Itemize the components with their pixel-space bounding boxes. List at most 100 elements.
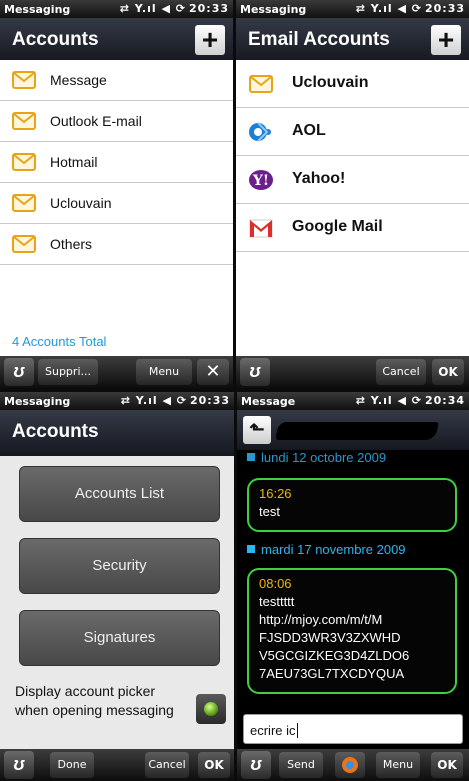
status-indicators: ⇄ Y.ıl ◀ ⟳ 20:33 (121, 394, 230, 407)
title-bar: Accounts + (0, 18, 233, 62)
account-item-uclouvain[interactable]: Uclouvain (0, 183, 233, 224)
account-picker-toggle[interactable] (196, 694, 226, 724)
windows-start-icon[interactable]: ʊ (4, 358, 34, 386)
done-softkey[interactable]: Done (50, 752, 94, 778)
menu-softkey[interactable]: Menu (376, 752, 420, 778)
provider-label: AOL (292, 122, 326, 139)
accounts-settings-screen: Messaging ⇄ Y.ıl ◀ ⟳ 20:33 Accounts Accou… (0, 392, 234, 781)
account-label: Hotmail (50, 154, 98, 170)
account-label: Others (50, 236, 93, 252)
svg-text:Y!: Y! (252, 173, 269, 189)
message-time: 08:06 (259, 576, 292, 591)
page-title: Accounts (12, 29, 99, 50)
send-softkey[interactable]: Send (279, 752, 323, 778)
account-item-others[interactable]: Others (0, 224, 233, 265)
message-thread-screen: Message ⇄ Y.ıl ◀ ⟳ 20:34 ⬑ lundi 12 octob… (237, 392, 469, 781)
envelope-icon (12, 235, 36, 253)
page-title: Email Accounts (248, 29, 390, 50)
toggle-on-indicator (204, 702, 218, 716)
provider-label: Google Mail (292, 218, 383, 235)
redacted-contact-name (275, 422, 439, 440)
status-time: 20:33 (188, 2, 229, 15)
windows-start-icon[interactable]: ʊ (241, 751, 271, 779)
windows-start-icon[interactable]: ʊ (4, 751, 34, 779)
provider-item-yahoo[interactable]: Y! Yahoo! (236, 156, 469, 204)
accounts-list-button[interactable]: Accounts List (19, 466, 220, 522)
message-line: FJSDD3WR3V3ZXWHD (259, 630, 401, 645)
status-time: 20:33 (424, 2, 465, 15)
envelope-icon (12, 194, 36, 212)
provider-item-aol[interactable]: AOL (236, 108, 469, 156)
accounts-total: 4 Accounts Total (12, 334, 107, 349)
status-indicators: ⇄ Y.ıl ◀ ⟳ 20:33 (356, 2, 465, 15)
email-accounts-screen: Messaging ⇄ Y.ıl ◀ ⟳ 20:33 Email Accounts… (236, 0, 469, 388)
close-icon[interactable]: ✕ (197, 359, 229, 385)
date-marker-icon (247, 545, 255, 553)
status-indicators: ⇄ Y.ıl ◀ ⟳ 20:34 (356, 394, 465, 407)
signal-icon: ⇄ Y.ıl ◀ ⟳ (355, 2, 422, 15)
account-label: Message (50, 72, 107, 88)
menu-softkey[interactable]: Menu (136, 359, 192, 385)
status-time: 20:33 (189, 394, 230, 407)
cancel-softkey[interactable]: Cancel (376, 359, 426, 385)
add-account-button[interactable]: + (195, 25, 225, 55)
softkey-bar: ʊ Send Menu OK (237, 749, 469, 781)
envelope-icon (249, 75, 273, 93)
title-bar: Accounts (0, 410, 234, 456)
provider-label: Uclouvain (292, 74, 369, 91)
status-bar: Messaging ⇄ Y.ıl ◀ ⟳ 20:33 (0, 0, 233, 18)
provider-label: Yahoo! (292, 170, 346, 187)
envelope-icon (12, 153, 36, 171)
status-app-name: Messaging (240, 3, 307, 16)
title-bar: Email Accounts + (236, 18, 469, 62)
status-bar: Messaging ⇄ Y.ıl ◀ ⟳ 20:33 (0, 392, 234, 410)
aol-icon (249, 122, 271, 142)
delete-softkey[interactable]: Suppri... (38, 359, 98, 385)
softkey-bar: ʊ Done Cancel OK (0, 749, 234, 781)
message-bubble[interactable]: 16:26 test (247, 478, 457, 532)
message-time: 16:26 (259, 486, 292, 501)
status-bar: Message ⇄ Y.ıl ◀ ⟳ 20:34 (237, 392, 469, 410)
account-item-hotmail[interactable]: Hotmail (0, 142, 233, 183)
signal-icon: ⇄ Y.ıl ◀ ⟳ (355, 394, 422, 407)
account-picker-label: Display account picker when opening mess… (15, 683, 174, 718)
cancel-softkey[interactable]: Cancel (145, 752, 189, 778)
date-header: mardi 17 novembre 2009 (247, 542, 406, 557)
security-button[interactable]: Security (19, 538, 220, 594)
add-account-button[interactable]: + (431, 25, 461, 55)
envelope-icon (12, 71, 36, 89)
attach-icon[interactable] (335, 752, 365, 778)
signal-icon: ⇄ Y.ıl ◀ ⟳ (120, 394, 187, 407)
gmail-icon (249, 219, 273, 238)
yahoo-icon: Y! (249, 170, 273, 190)
message-line: 7AEU73GL7TXCDYQUA (259, 666, 405, 681)
windows-start-icon[interactable]: ʊ (240, 358, 270, 386)
ok-softkey[interactable]: OK (432, 359, 464, 385)
message-line: http://mjoy.com/m/t/M (259, 612, 383, 627)
provider-item-gmail[interactable]: Google Mail (236, 204, 469, 252)
message-line: testtttt (259, 594, 295, 609)
message-line: V5GCGIZKEG3D4ZLDO6 (259, 648, 410, 663)
account-item-outlook[interactable]: Outlook E-mail (0, 101, 233, 142)
signal-icon: ⇄ Y.ıl ◀ ⟳ (119, 2, 186, 15)
status-indicators: ⇄ Y.ıl ◀ ⟳ 20:33 (120, 2, 229, 15)
date-marker-icon (247, 453, 255, 461)
softkey-bar: ʊ Suppri... Menu ✕ (0, 356, 233, 388)
account-label: Uclouvain (50, 195, 112, 211)
status-time: 20:34 (424, 394, 465, 407)
ok-softkey[interactable]: OK (198, 752, 230, 778)
status-app-name: Messaging (4, 395, 71, 408)
message-text: test (259, 504, 280, 519)
provider-item-uclouvain[interactable]: Uclouvain (236, 60, 469, 108)
accounts-screen: Messaging ⇄ Y.ıl ◀ ⟳ 20:33 Accounts + Mes… (0, 0, 233, 388)
status-app-name: Message (241, 395, 296, 408)
back-button[interactable]: ⬑ (243, 416, 271, 444)
ok-softkey[interactable]: OK (431, 752, 463, 778)
compose-input[interactable]: ecrire ic (243, 714, 463, 744)
account-label: Outlook E-mail (50, 113, 142, 129)
account-item-message[interactable]: Message (0, 60, 233, 101)
status-bar: Messaging ⇄ Y.ıl ◀ ⟳ 20:33 (236, 0, 469, 18)
signatures-button[interactable]: Signatures (19, 610, 220, 666)
date-header: lundi 12 octobre 2009 (247, 450, 386, 465)
message-bubble[interactable]: 08:06 testtttt http://mjoy.com/m/t/M FJS… (247, 568, 457, 694)
